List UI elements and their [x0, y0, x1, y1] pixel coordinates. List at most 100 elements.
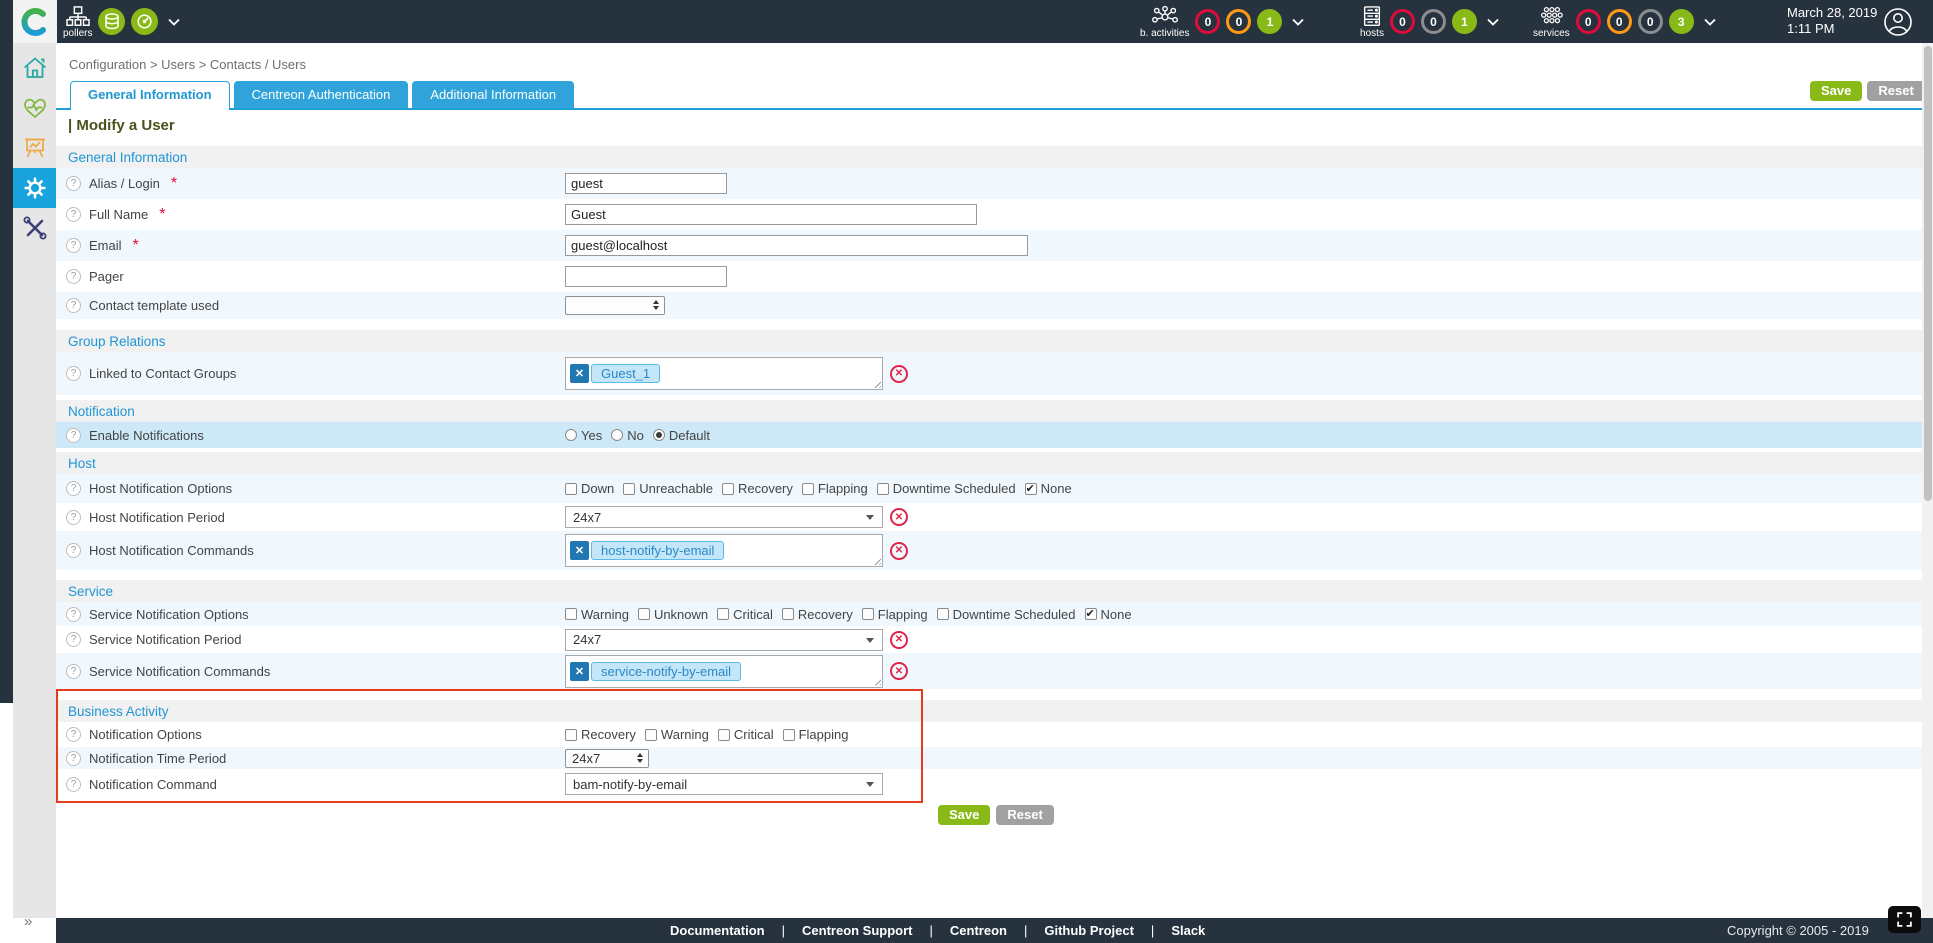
- sidebar-item-reporting[interactable]: [13, 128, 56, 168]
- ba-command-select[interactable]: bam-notify-by-email: [565, 773, 883, 795]
- reset-button-top[interactable]: Reset: [1867, 81, 1924, 101]
- checkbox-svc-flapping[interactable]: [862, 608, 874, 620]
- service-period-select[interactable]: 24x7: [565, 629, 883, 651]
- footer-link-github-project[interactable]: Github Project: [1007, 923, 1134, 938]
- ba-critical-badge[interactable]: 0: [1195, 9, 1220, 34]
- ba-chevron-down-icon[interactable]: [1292, 18, 1304, 26]
- help-icon[interactable]: ?: [66, 176, 81, 191]
- services-unknown-badge[interactable]: 0: [1638, 9, 1663, 34]
- save-button-bottom[interactable]: Save: [938, 805, 990, 825]
- hosts-up-badge[interactable]: 1: [1452, 9, 1477, 34]
- footer-link-slack[interactable]: Slack: [1134, 923, 1205, 938]
- checkbox-host-recovery[interactable]: [722, 483, 734, 495]
- help-icon[interactable]: ?: [66, 727, 81, 742]
- sidebar-item-administration[interactable]: [13, 208, 56, 248]
- reset-button-bottom[interactable]: Reset: [996, 805, 1053, 825]
- help-icon[interactable]: ?: [66, 298, 81, 313]
- clear-service-commands-icon[interactable]: ✕: [890, 662, 908, 680]
- remove-tag-button[interactable]: ✕: [570, 364, 589, 383]
- hosts-menu[interactable]: hosts: [1360, 4, 1384, 39]
- help-icon[interactable]: ?: [66, 777, 81, 792]
- host-commands-multiselect[interactable]: ✕ host-notify-by-email: [565, 534, 883, 567]
- help-icon[interactable]: ?: [66, 428, 81, 443]
- checkbox-svc-downtime-scheduled[interactable]: [937, 608, 949, 620]
- help-icon[interactable]: ?: [66, 207, 81, 222]
- help-icon[interactable]: ?: [66, 751, 81, 766]
- pollers-menu[interactable]: pollers: [63, 4, 92, 39]
- checkbox-svc-critical[interactable]: [717, 608, 729, 620]
- help-icon[interactable]: ?: [66, 366, 81, 381]
- ba-menu[interactable]: b. activities: [1140, 4, 1189, 39]
- ba-ok-badge[interactable]: 1: [1257, 9, 1282, 34]
- checkbox-host-unreachable[interactable]: [623, 483, 635, 495]
- services-menu[interactable]: services: [1533, 4, 1570, 39]
- sidebar-item-monitoring[interactable]: [13, 88, 56, 128]
- radio-yes[interactable]: [565, 429, 577, 441]
- fullscreen-button[interactable]: [1888, 906, 1921, 933]
- checkbox-ba-critical[interactable]: [718, 729, 730, 741]
- footer-link-documentation[interactable]: Documentation: [670, 923, 765, 938]
- database-status-icon[interactable]: [98, 8, 125, 35]
- help-icon[interactable]: ?: [66, 607, 81, 622]
- help-icon[interactable]: ?: [66, 632, 81, 647]
- centreon-logo[interactable]: [13, 0, 57, 43]
- sidebar-expand-toggle[interactable]: »: [24, 913, 32, 930]
- clear-service-period-icon[interactable]: ✕: [890, 631, 908, 649]
- radio-no[interactable]: [611, 429, 623, 441]
- user-avatar[interactable]: [1883, 7, 1913, 42]
- sidebar-item-configuration[interactable]: [13, 168, 56, 208]
- services-ok-badge[interactable]: 3: [1669, 9, 1694, 34]
- footer-link-centreon-support[interactable]: Centreon Support: [765, 923, 913, 938]
- clear-host-period-icon[interactable]: ✕: [890, 508, 908, 526]
- resize-handle[interactable]: [872, 677, 881, 686]
- hosts-unreachable-badge[interactable]: 0: [1421, 9, 1446, 34]
- hosts-chevron-down-icon[interactable]: [1487, 18, 1499, 26]
- service-commands-multiselect[interactable]: ✕ service-notify-by-email: [565, 655, 883, 688]
- pollers-chevron-down-icon[interactable]: [168, 18, 180, 26]
- checkbox-host-none[interactable]: [1025, 483, 1037, 495]
- resize-handle[interactable]: [872, 379, 881, 388]
- ba-period-select[interactable]: 24x7: [565, 749, 649, 768]
- tab-centreon-authentication[interactable]: Centreon Authentication: [234, 81, 409, 108]
- remove-tag-button[interactable]: ✕: [570, 541, 589, 560]
- email-input[interactable]: [565, 235, 1028, 256]
- help-icon[interactable]: ?: [66, 481, 81, 496]
- gauge-status-icon[interactable]: [131, 8, 158, 35]
- page-scrollbar[interactable]: [1922, 43, 1933, 918]
- checkbox-host-flapping[interactable]: [802, 483, 814, 495]
- help-icon[interactable]: ?: [66, 510, 81, 525]
- clear-selection-icon[interactable]: ✕: [890, 365, 908, 383]
- ba-warning-badge[interactable]: 0: [1226, 9, 1251, 34]
- help-icon[interactable]: ?: [66, 269, 81, 284]
- sidebar-item-home[interactable]: [13, 48, 56, 88]
- checkbox-svc-warning[interactable]: [565, 608, 577, 620]
- checkbox-host-downtime-scheduled[interactable]: [877, 483, 889, 495]
- services-warning-badge[interactable]: 0: [1607, 9, 1632, 34]
- checkbox-host-down[interactable]: [565, 483, 577, 495]
- resize-handle[interactable]: [872, 556, 881, 565]
- checkbox-ba-flapping[interactable]: [783, 729, 795, 741]
- contact-template-select[interactable]: [565, 296, 665, 315]
- alias-input[interactable]: [565, 173, 727, 194]
- pager-input[interactable]: [565, 266, 727, 287]
- help-icon[interactable]: ?: [66, 664, 81, 679]
- checkbox-svc-unknown[interactable]: [638, 608, 650, 620]
- host-period-select[interactable]: 24x7: [565, 506, 883, 528]
- hosts-down-badge[interactable]: 0: [1390, 9, 1415, 34]
- services-critical-badge[interactable]: 0: [1576, 9, 1601, 34]
- checkbox-svc-none[interactable]: [1085, 608, 1097, 620]
- save-button-top[interactable]: Save: [1810, 81, 1862, 101]
- footer-link-centreon[interactable]: Centreon: [913, 923, 1007, 938]
- fullname-input[interactable]: [565, 204, 977, 225]
- tab-general-information[interactable]: General Information: [70, 81, 230, 108]
- clear-host-commands-icon[interactable]: ✕: [890, 542, 908, 560]
- help-icon[interactable]: ?: [66, 238, 81, 253]
- remove-tag-button[interactable]: ✕: [570, 662, 589, 681]
- checkbox-svc-recovery[interactable]: [782, 608, 794, 620]
- scrollbar-thumb[interactable]: [1924, 46, 1932, 501]
- checkbox-ba-recovery[interactable]: [565, 729, 577, 741]
- checkbox-ba-warning[interactable]: [645, 729, 657, 741]
- contact-groups-multiselect[interactable]: ✕ Guest_1: [565, 357, 883, 390]
- services-chevron-down-icon[interactable]: [1704, 18, 1716, 26]
- help-icon[interactable]: ?: [66, 543, 81, 558]
